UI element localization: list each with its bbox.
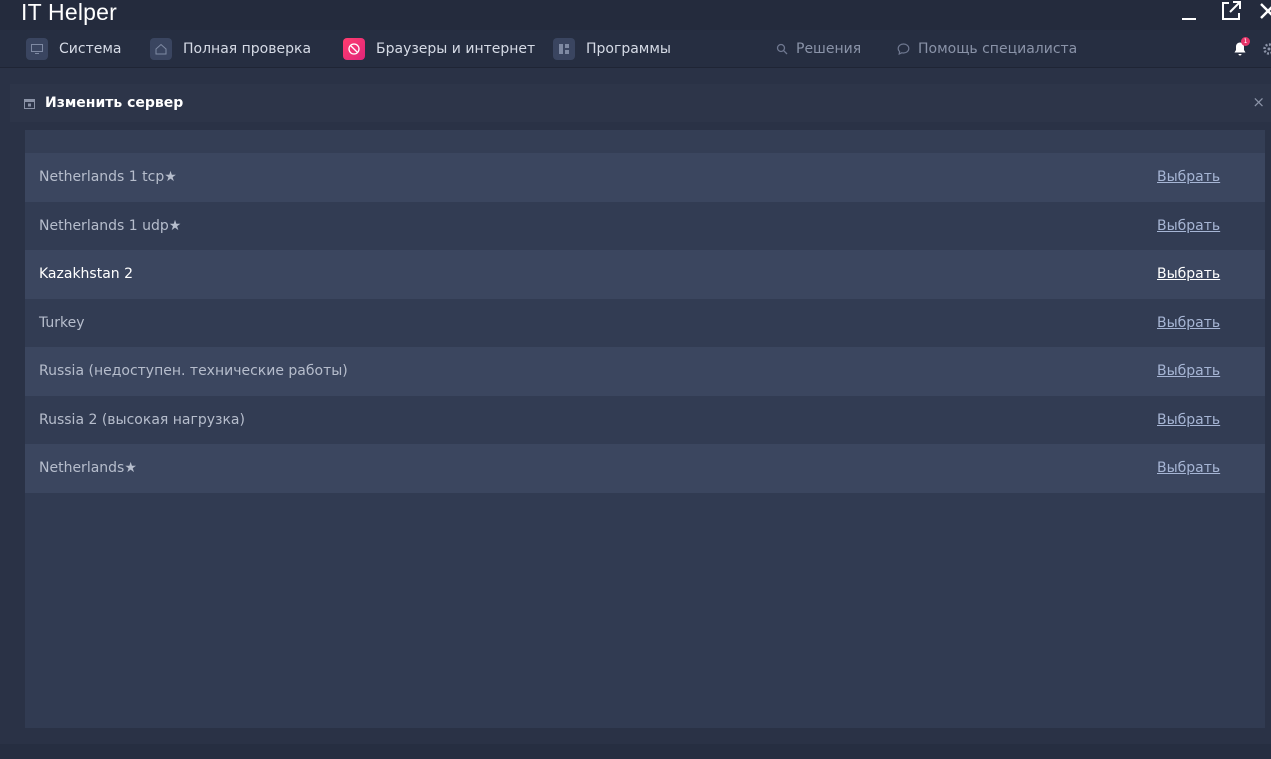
server-name: Netherlands 1 udp★ [39, 217, 182, 234]
nav-item-system[interactable]: Система [26, 30, 121, 68]
nav-item-programs[interactable]: Программы [553, 30, 671, 68]
server-name: Russia 2 (высокая нагрузка) [39, 411, 245, 428]
nav-label: Помощь специалиста [918, 41, 1078, 57]
minimize-button[interactable] [1177, 0, 1203, 26]
nav-label: Браузеры и интернет [376, 41, 536, 57]
bottom-bar [0, 744, 1271, 759]
notification-badge: 1 [1241, 37, 1250, 46]
gear-icon [1263, 43, 1271, 55]
server-name: Kazakhstan 2 [39, 266, 134, 283]
server-list-panel: Netherlands 1 tcp★ Выбрать Netherlands 1… [25, 130, 1265, 728]
select-server-link[interactable]: Выбрать [1157, 412, 1220, 428]
nav-item-full-check[interactable]: Полная проверка [150, 30, 311, 68]
settings-button[interactable] [1260, 40, 1271, 58]
popout-button[interactable] [1219, 0, 1245, 25]
close-icon [1260, 3, 1271, 19]
select-server-link[interactable]: Выбрать [1157, 218, 1220, 234]
server-row: Turkey Выбрать [25, 298, 1265, 347]
title-bar: IT Helper [0, 0, 1271, 30]
dialog-header: Изменить сервер × [10, 84, 1271, 122]
select-server-link[interactable]: Выбрать [1157, 363, 1220, 379]
server-row: Russia (недоступен. технические работы) … [25, 347, 1265, 396]
nav-label: Система [59, 41, 122, 57]
globe-icon [343, 38, 365, 60]
nav-item-help[interactable]: Помощь специалиста [897, 30, 1077, 68]
home-icon [150, 38, 172, 60]
nav-label: Полная проверка [183, 41, 312, 57]
nav-label: Программы [586, 41, 671, 57]
nav-label: Решения [796, 41, 862, 57]
server-row: Netherlands 1 tcp★ Выбрать [25, 153, 1265, 202]
server-name: Netherlands 1 tcp★ [39, 169, 177, 186]
apps-icon [553, 38, 575, 60]
server-row: Netherlands★ Выбрать [25, 444, 1265, 493]
server-name: Turkey [39, 314, 85, 331]
close-window-button[interactable] [1258, 0, 1271, 25]
select-server-link[interactable]: Выбрать [1157, 315, 1220, 331]
server-row: Netherlands 1 udp★ Выбрать [25, 201, 1265, 250]
monitor-icon [26, 38, 48, 60]
panel-header-strip [25, 130, 1265, 153]
calendar-icon [24, 98, 35, 109]
server-row: Russia 2 (высокая нагрузка) Выбрать [25, 395, 1265, 444]
nav-item-solutions[interactable]: Решения [776, 30, 861, 68]
main-nav: Система Полная проверка Браузеры и интер… [0, 30, 1271, 68]
notifications-button[interactable]: 1 [1232, 37, 1250, 59]
external-link-icon [1222, 1, 1241, 20]
chat-icon [897, 43, 910, 55]
server-name: Russia (недоступен. технические работы) [39, 363, 348, 380]
search-icon [776, 43, 788, 55]
server-row-hovered: Kazakhstan 2 Выбрать [25, 250, 1265, 299]
nav-item-browsers[interactable]: Браузеры и интернет [343, 30, 535, 68]
server-name: Netherlands★ [39, 460, 137, 477]
select-server-link[interactable]: Выбрать [1157, 266, 1220, 282]
select-server-link[interactable]: Выбрать [1157, 169, 1220, 185]
select-server-link[interactable]: Выбрать [1157, 460, 1220, 476]
dialog-title: Изменить сервер [45, 95, 184, 111]
dialog-close-button[interactable]: × [1252, 93, 1265, 111]
app-title: IT Helper [21, 0, 117, 25]
server-list: Netherlands 1 tcp★ Выбрать Netherlands 1… [25, 153, 1265, 493]
